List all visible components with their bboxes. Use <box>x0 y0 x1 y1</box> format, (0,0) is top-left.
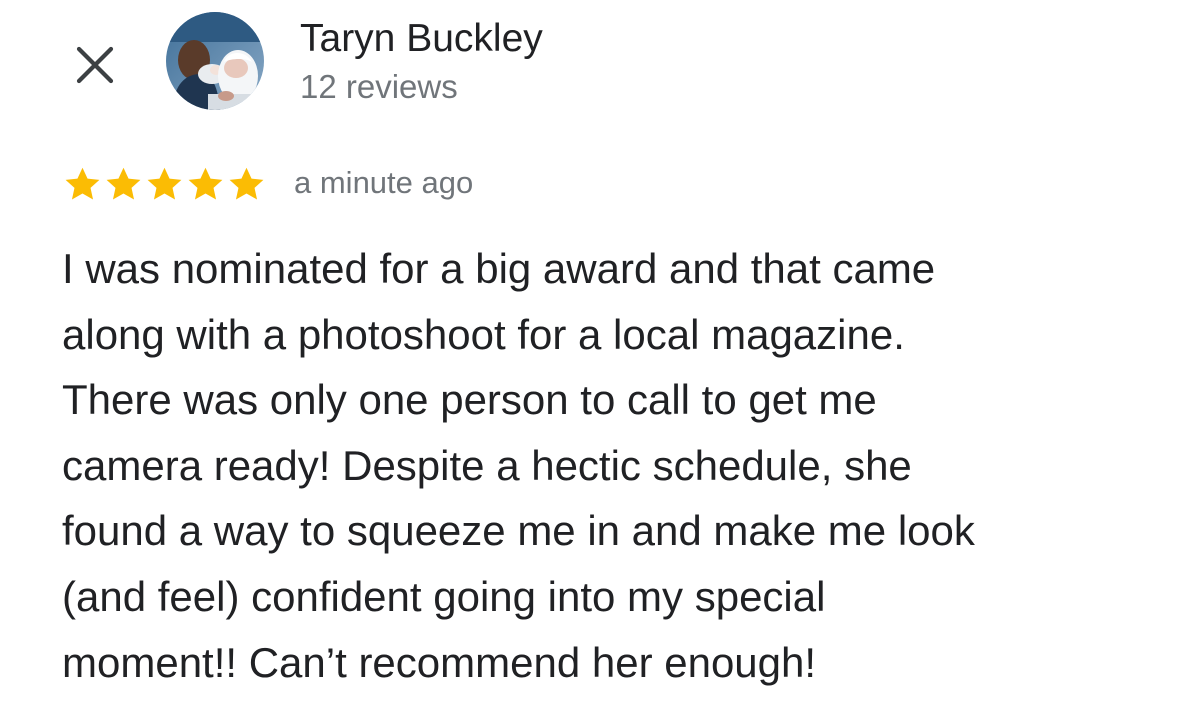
reviewer-name[interactable]: Taryn Buckley <box>300 14 543 64</box>
star-icon <box>147 167 182 200</box>
close-button[interactable] <box>66 36 124 94</box>
review-timestamp: a minute ago <box>294 165 474 200</box>
review-text-line: (and feel) confident going into my speci… <box>62 572 826 620</box>
review-text-line: along with a photoshoot for a local maga… <box>62 310 905 358</box>
star-icon <box>188 167 223 200</box>
avatar-photo <box>166 12 264 110</box>
review-count[interactable]: 12 reviews <box>300 66 458 108</box>
review-text-line: There was only one person to call to get… <box>62 376 877 424</box>
review-text-line: I was nominated for a big award and that… <box>62 245 936 292</box>
review-text-line: camera ready! Despite a hectic schedule,… <box>62 441 912 489</box>
star-icon <box>106 167 141 200</box>
star-icon <box>65 167 100 200</box>
close-icon <box>76 46 114 84</box>
review-text-line: moment!! Can’t recommend her enough! <box>62 638 817 686</box>
review-text-line: found a way to squeeze me in and make me… <box>62 507 975 555</box>
star-icon <box>229 167 264 200</box>
avatar[interactable] <box>166 12 264 110</box>
review-text: I was nominated for a big award and that… <box>62 236 1152 695</box>
star-rating <box>62 162 267 206</box>
